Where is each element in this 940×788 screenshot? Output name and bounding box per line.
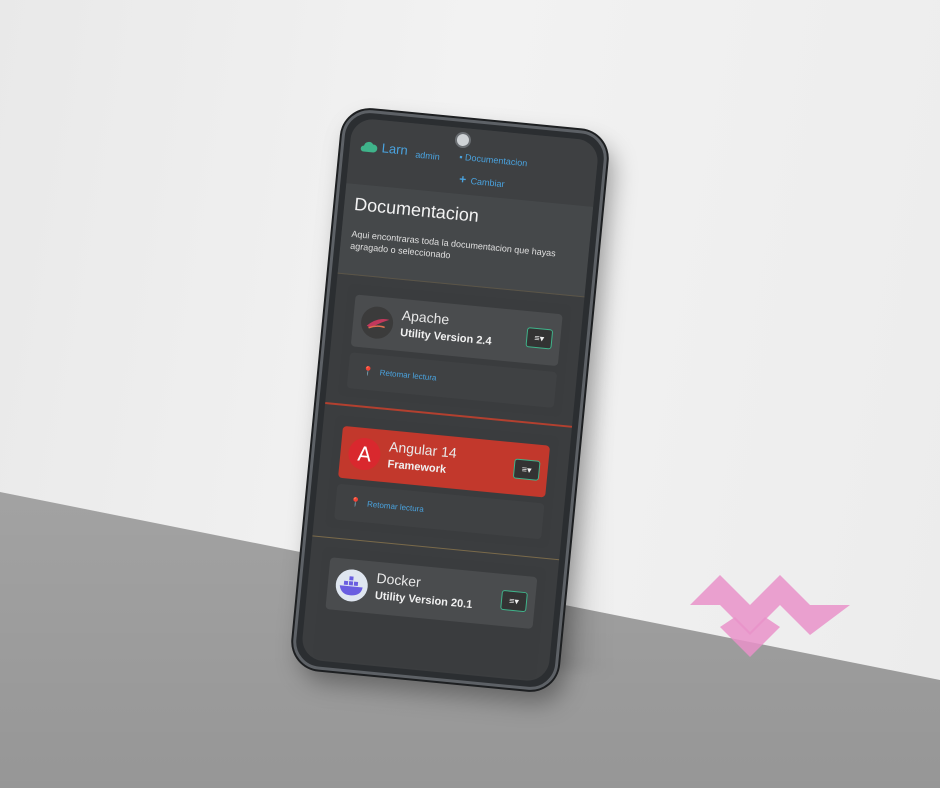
resume-reading-label: Retomar lectura [366, 499, 425, 514]
brand-watermark-logo [690, 575, 850, 657]
document-icon: ▪ [458, 151, 464, 163]
card-subtitle: Framework [386, 458, 447, 476]
cloud-logo-icon [359, 140, 378, 154]
doc-card-docker: Docker Utility Version 20.1 ≡▾ [312, 546, 547, 680]
card-subtitle: Utility Version 2.4 [399, 326, 493, 348]
page-description: Aqui encontraras toda la documentacion q… [349, 228, 557, 261]
angular-logo-icon: A [346, 436, 382, 472]
card-subtitle: Utility Version 20.1 [374, 589, 473, 612]
card-title: Angular 14 [388, 438, 458, 461]
pin-icon: 📍 [349, 496, 362, 508]
card-menu-button[interactable]: ≡▾ [500, 589, 528, 613]
user-link[interactable]: admin [415, 150, 440, 162]
docker-whale-icon [334, 567, 370, 603]
change-link-label: Cambiar [470, 175, 505, 190]
card-title: Docker [375, 569, 422, 591]
card-title: Apache [401, 307, 450, 328]
doc-card-apache: Apache Utility Version 2.4 ≡▾ 📍 Retomar … [337, 283, 572, 417]
resume-reading-label: Retomar lectura [379, 368, 437, 383]
plus-icon: + [458, 171, 467, 187]
card-menu-button[interactable]: ≡▾ [525, 327, 554, 350]
resume-reading-link[interactable]: 📍 Retomar lectura [349, 497, 424, 515]
phone-screen: Larn admin ▪ Documentacion + Cambiar Doc… [300, 117, 600, 683]
front-camera [454, 131, 472, 149]
phone-device: Larn admin ▪ Documentacion + Cambiar Doc… [290, 107, 610, 693]
change-link[interactable]: + Cambiar [459, 172, 506, 190]
svg-text:A: A [356, 441, 372, 466]
page-title: Documentacion [353, 193, 480, 226]
pin-icon: 📍 [361, 365, 375, 377]
card-menu-button[interactable]: ≡▾ [512, 458, 541, 481]
documentation-link[interactable]: ▪ Documentacion [459, 152, 528, 168]
documentation-link-label: Documentacion [464, 152, 528, 169]
card-header: Docker Utility Version 20.1 ≡▾ [325, 557, 538, 629]
brand-name: Larn [381, 140, 409, 158]
doc-card-angular: A Angular 14 Framework ≡▾ 📍 Retomar lect… [325, 415, 559, 549]
apache-feather-icon [359, 305, 395, 341]
resume-reading-link[interactable]: 📍 Retomar lectura [362, 365, 437, 383]
brand-link[interactable]: Larn [359, 138, 408, 158]
